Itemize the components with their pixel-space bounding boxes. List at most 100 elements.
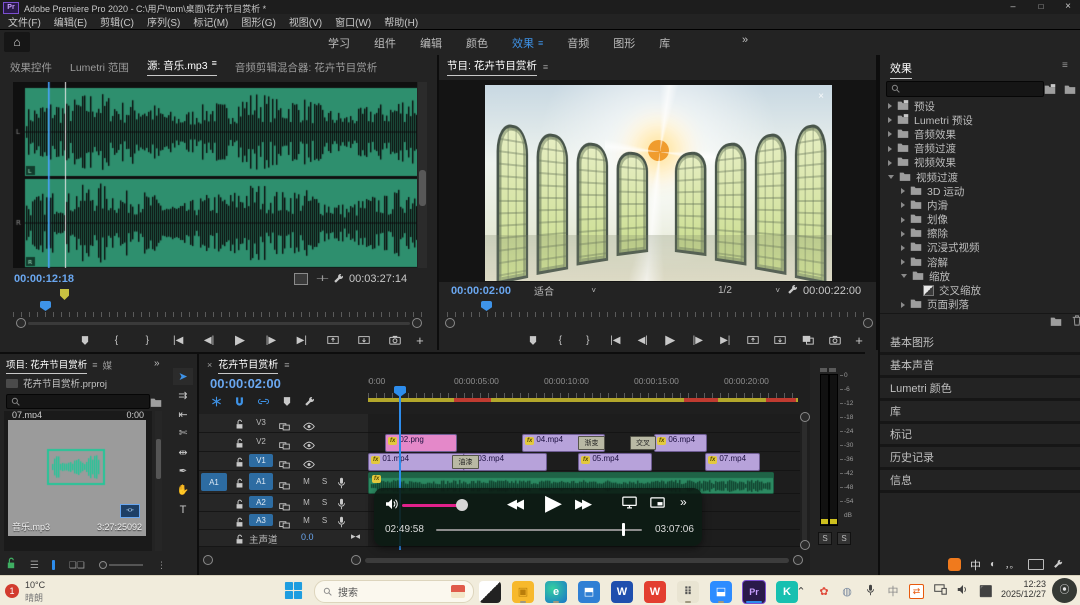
- source-tab-源: 音乐.mp3[interactable]: 源: 音乐.mp3≡: [147, 58, 217, 76]
- chevron-right-icon[interactable]: [888, 117, 892, 123]
- effects-tree-item-缩放[interactable]: 缩放: [880, 269, 1080, 283]
- ripple-edit-tool[interactable]: ⇤: [173, 406, 193, 423]
- mark-out-button[interactable]: }: [574, 335, 602, 346]
- project-file-name[interactable]: 花卉节目赏析.prproj: [23, 376, 107, 390]
- source-patch-A1[interactable]: A1: [201, 473, 227, 491]
- lift-button[interactable]: [739, 335, 767, 345]
- icon-view-icon[interactable]: [52, 560, 55, 570]
- track-button-A2[interactable]: A2: [249, 496, 273, 508]
- project-writable-icon[interactable]: [6, 556, 16, 574]
- clip-07.mp4[interactable]: fx07.mp4: [705, 453, 760, 471]
- chevron-right-icon[interactable]: [888, 146, 892, 152]
- timeline-vertical-scrollbar[interactable]: [802, 416, 807, 546]
- fx-badge[interactable]: fx: [388, 437, 397, 445]
- program-panel-menu-icon[interactable]: ≡: [543, 62, 548, 72]
- search-highlight-icon[interactable]: [451, 585, 465, 598]
- close-timeline-tab-icon[interactable]: ×: [207, 360, 212, 370]
- wps-taskbar-button[interactable]: W: [643, 579, 667, 604]
- add-marker-button[interactable]: [519, 335, 547, 346]
- play-button[interactable]: ▶: [225, 332, 256, 348]
- insert-button[interactable]: [317, 335, 348, 345]
- fast-forward-button[interactable]: ▶▶: [575, 496, 589, 512]
- audio-badge-icon[interactable]: ᚜᚛: [120, 504, 140, 518]
- extract-button[interactable]: [767, 335, 795, 345]
- panel-tab-标记[interactable]: 标记: [880, 424, 1080, 447]
- workspace-tab-编辑[interactable]: 编辑: [420, 35, 442, 51]
- workspace-tab-音频[interactable]: 音频: [567, 35, 589, 51]
- clip-02.png[interactable]: fx02.png: [385, 434, 457, 452]
- program-settings-wrench-icon[interactable]: [787, 282, 798, 300]
- button-editor-plus[interactable]: +: [410, 333, 430, 348]
- ime-halfwidth-icon[interactable]: ◐: [990, 559, 996, 570]
- effects-tree-item-3D 运动[interactable]: 3D 运动: [880, 184, 1080, 198]
- drag-video-icon[interactable]: [294, 273, 308, 285]
- track-lock-icon[interactable]: [235, 532, 244, 550]
- step-forward-button[interactable]: |▶: [684, 335, 712, 346]
- meter-solo-button[interactable]: S: [837, 532, 851, 545]
- effects-tree-item-划像[interactable]: 划像: [880, 213, 1080, 227]
- track-lock-icon[interactable]: [235, 476, 244, 494]
- program-monitor-tab[interactable]: 节目: 花卉节目赏析: [447, 58, 537, 76]
- start-button[interactable]: [284, 581, 304, 601]
- go-to-out-button[interactable]: ▶|: [712, 335, 740, 346]
- chevron-right-icon[interactable]: [901, 188, 905, 194]
- ime-punct-icon[interactable]: ，。: [1005, 558, 1019, 571]
- workspace-tab-颜色[interactable]: 颜色: [466, 35, 488, 51]
- effects-search-input[interactable]: [886, 81, 1044, 97]
- chevron-right-icon[interactable]: [901, 202, 905, 208]
- menu-item-M[interactable]: 标记(M): [193, 14, 228, 29]
- fx-badge[interactable]: fx: [372, 475, 381, 483]
- slip-tool[interactable]: ⇹: [173, 444, 193, 461]
- tray-expand-icon[interactable]: ⌃: [794, 585, 808, 598]
- effects-panel-tab[interactable]: 效果: [890, 60, 912, 79]
- program-video-area[interactable]: ×: [439, 80, 876, 282]
- chevron-right-icon[interactable]: [901, 259, 905, 265]
- timeline-current-time[interactable]: 00:00:02:00: [210, 376, 281, 391]
- picture-in-picture-icon[interactable]: [650, 496, 665, 514]
- workspace-tab-组件[interactable]: 组件: [374, 35, 396, 51]
- clip-marker[interactable]: [60, 289, 69, 300]
- zoom-handle-left[interactable]: [445, 318, 455, 328]
- solo-button[interactable]: S: [319, 497, 330, 508]
- zoom-handle-left[interactable]: [16, 318, 26, 328]
- new-custom-bin-icon[interactable]: [1044, 81, 1056, 99]
- video-watermark-close[interactable]: ×: [818, 91, 824, 102]
- more-options-icon[interactable]: ⋮: [157, 560, 166, 571]
- go-to-in-button[interactable]: |◀: [163, 335, 194, 346]
- clip-05.mp4[interactable]: fx05.mp4: [578, 453, 652, 471]
- comparison-view-button[interactable]: [794, 335, 822, 345]
- step-back-button[interactable]: ◀|: [629, 335, 657, 346]
- audio-item-card[interactable]: ᚜᚛ 音乐.mp3 3:27:25092: [8, 420, 146, 536]
- step-back-button[interactable]: ◀|: [194, 335, 225, 346]
- effects-tree-item-内滑[interactable]: 内滑: [880, 198, 1080, 212]
- track-button-A3[interactable]: A3: [249, 514, 273, 526]
- timeline-panel-menu-icon[interactable]: ≡: [284, 360, 289, 370]
- playback-resolution-select[interactable]: 1/2˅: [715, 283, 783, 298]
- mark-in-button[interactable]: {: [101, 335, 132, 346]
- chevron-right-icon[interactable]: [901, 245, 905, 251]
- source-tab-效果控件[interactable]: 效果控件: [10, 60, 52, 75]
- ime-settings-icon[interactable]: [1053, 556, 1063, 574]
- chevron-right-icon[interactable]: [901, 217, 905, 223]
- workspace-tab-库[interactable]: 库: [659, 35, 670, 51]
- voiceover-record-icon[interactable]: [337, 476, 346, 494]
- volume-icon[interactable]: [385, 497, 399, 515]
- cast-device-icon[interactable]: [933, 584, 947, 598]
- effects-tree-item-交叉缩放[interactable]: 交叉缩放: [880, 283, 1080, 297]
- source-mini-timeline[interactable]: [13, 301, 427, 317]
- fx-badge[interactable]: fx: [525, 437, 534, 445]
- taskbar-search[interactable]: 搜索: [314, 580, 474, 603]
- workspace-tab-menu-icon[interactable]: ≡: [538, 38, 543, 48]
- workspace-overflow-button[interactable]: »: [742, 34, 748, 46]
- transition-渐变[interactable]: 渐变: [578, 436, 605, 450]
- freeform-view-icon[interactable]: ❏❏: [69, 560, 85, 571]
- effects-tree-item-音频效果[interactable]: 音频效果: [880, 127, 1080, 141]
- effects-tree-item-音频过渡[interactable]: 音频过渡: [880, 142, 1080, 156]
- add-marker-icon[interactable]: [282, 394, 292, 412]
- delete-bin-button[interactable]: [1072, 313, 1080, 331]
- zoom-level-select[interactable]: 适合˅: [531, 283, 599, 298]
- chevron-right-icon[interactable]: [901, 302, 905, 308]
- track-button-A1[interactable]: A1: [249, 473, 273, 490]
- track-select-tool[interactable]: ⇉: [173, 387, 193, 404]
- mark-in-button[interactable]: {: [547, 335, 575, 346]
